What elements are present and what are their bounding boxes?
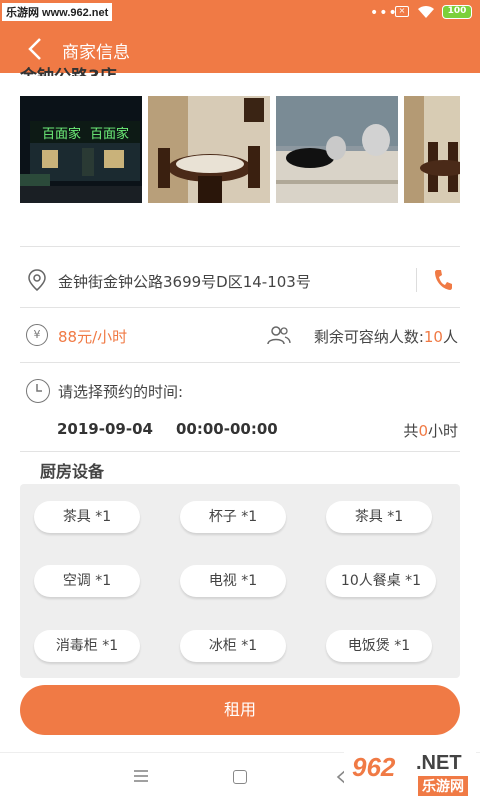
price-value: 88元/小时 [58,328,128,346]
logo-subtitle: 乐游网 [418,776,468,796]
equipment-chip: 杯子 *1 [180,501,286,533]
people-icon [267,326,291,345]
equipment-chip: 空调 *1 [34,565,140,597]
time-prompt-row: 请选择预约的时间: [20,376,460,406]
dining-room-photo-2[interactable] [404,96,460,203]
clock-icon [26,379,50,403]
photo-gallery[interactable]: 百面家 百面家 [20,96,460,203]
sim-icon: × [395,6,409,17]
capacity-label: 剩余可容纳人数: [313,328,424,346]
equipment-chip: 电饭煲 *1 [326,630,432,662]
phone-icon[interactable] [432,268,454,292]
capacity-value: 10 [423,328,443,346]
address-row: 金钟街金钟公路3699号D区14-103号 [20,262,460,298]
sign-text-left: 百面家 [42,126,81,142]
back-chevron-icon[interactable] [26,37,48,61]
equipment-chip: 消毒柜 *1 [34,630,140,662]
total-hours: 共0小时 [403,420,458,441]
equipment-chip: 茶具 *1 [326,501,432,533]
site-logo: 962 .NET 乐游网 [344,750,476,796]
divider [20,451,460,452]
equipment-chip: 10人餐桌 *1 [326,565,436,597]
address-text: 金钟街金钟公路3699号D区14-103号 [58,273,311,291]
equipment-chip: 茶具 *1 [34,501,140,533]
divider [20,246,460,247]
dining-room-photo[interactable] [148,96,270,203]
battery-icon: 100 [442,5,472,19]
time-prompt: 请选择预约的时间: [58,383,184,401]
time-selector[interactable]: 2019-09-04 00:00-00:00 共0小时 [20,418,460,442]
separator [416,268,417,292]
equipment-panel: 茶具 *1 杯子 *1 茶具 *1 空调 *1 电视 *1 10人餐桌 *1 消… [20,484,460,678]
home-icon[interactable] [233,770,247,784]
kitchen-photo[interactable] [276,96,398,203]
sign-text-right: 百面家 [90,126,129,142]
more-dots-icon: ••• [370,5,398,21]
divider [20,307,460,308]
rent-button[interactable]: 租用 [20,685,460,735]
total-prefix: 共 [403,422,419,440]
site-watermark: 乐游网 www.962.net [2,3,113,21]
capacity-text: 剩余可容纳人数:10人 [314,326,458,347]
date-value[interactable]: 2019-09-04 [57,420,153,438]
logo-number: 962 [352,752,396,782]
menu-icon[interactable] [133,769,149,783]
price-row: ¥ 88元/小时 剩余可容纳人数:10人 [20,320,460,352]
wifi-icon [418,5,434,18]
capacity-unit: 人 [442,328,458,346]
logo-domain: .NET [416,752,462,774]
total-value: 0 [418,422,428,440]
equipment-chip: 电视 *1 [180,565,286,597]
location-pin-icon [28,269,46,291]
yen-icon: ¥ [26,324,48,346]
equipment-chip: 冰柜 *1 [180,630,286,662]
storefront-photo[interactable]: 百面家 百面家 [20,96,142,203]
divider [20,362,460,363]
section-title: 厨房设备 [40,462,105,481]
status-bar: 乐游网 www.962.net ••• × 100 [0,0,480,25]
merchant-name: 金钟公路3店 [20,60,117,76]
total-unit: 小时 [427,422,458,440]
time-range[interactable]: 00:00-00:00 [176,420,278,438]
